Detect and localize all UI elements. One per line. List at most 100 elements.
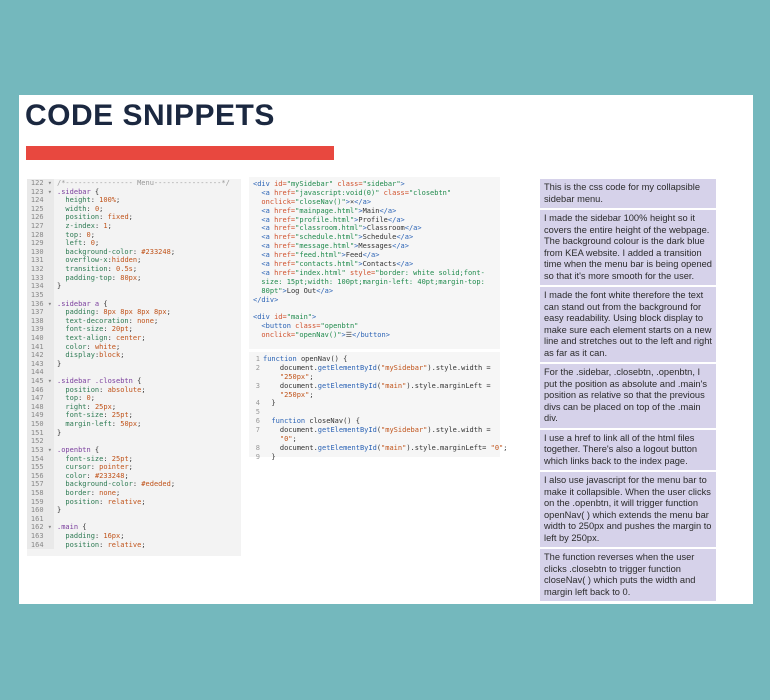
code-text: margin-left: 50px; [54,420,141,429]
code-text: font-size: 25pt; [54,455,132,464]
code-line: <a href="classroom.html">Classroom</a> [253,224,496,233]
code-line: 133 padding-top: 80px; [27,273,241,283]
code-token: ; [137,256,142,265]
code-text: function closeNav() { [263,417,360,426]
code-token: <a [253,206,275,215]
code-token: Classroom [366,224,405,233]
code-token: ; [141,497,146,506]
code-line: 152 [27,437,241,446]
code-token: 50px [120,420,138,429]
code-token: href= [274,233,296,242]
code-text: cursor: pointer; [54,463,132,472]
code-line: <a href="message.html">Messages</a> [253,242,496,251]
code-token: ; [90,394,95,403]
code-text: position: absolute; [54,386,145,395]
code-text: color: #233248; [54,471,128,481]
js-code-panel: 1 function openNav() {2 document.getEleme… [249,352,508,461]
code-line: 123 ▾ .sidebar { [27,187,241,197]
code-token: : [99,497,108,506]
code-line: 156 color: #233248; [27,471,241,481]
code-line: 8 document.getElementById("main").style.… [249,444,508,453]
code-token: : [103,325,112,334]
code-token: href= [274,188,296,197]
code-text: color: white; [54,343,120,352]
code-token: text-decoration [57,316,129,325]
code-token: : [78,394,87,403]
code-line: <button class="openbtn" [253,322,496,331]
code-token: onclick= [253,197,296,206]
line-number: 129 [27,239,54,248]
line-number: 5 [255,408,260,417]
code-text: overflow-x:hidden; [54,256,141,265]
code-line: <a href="javascript:void(0)" class="clos… [253,189,496,198]
code-token: none [137,316,154,325]
code-line: 139 font-size: 20pt; [27,325,241,334]
code-token: 20pt [111,325,129,334]
code-line: 143 } [27,359,241,369]
code-line: 159 position: relative; [27,497,241,507]
line-number: 134 [27,282,54,291]
code-line: 126 position: fixed; [27,213,241,223]
code-line: <a href="feed.html">Feed</a> [253,251,496,260]
code-token: size: 15pt;width: 100pt;margin-left: 40p… [253,277,485,286]
code-line: size: 15pt;width: 100pt;margin-left: 40p… [253,278,496,287]
code-token: > [400,180,405,188]
code-token: position [57,540,100,549]
line-number [249,391,263,400]
line-number: 162 ▾ [27,523,54,532]
code-token: ; [141,333,146,342]
code-token: color [57,471,87,480]
code-token: : [78,230,87,239]
note-box: I made the font white therefore the text… [540,287,716,362]
code-token: hidden [111,256,138,265]
code-token: ; [309,372,314,381]
code-line: 132 transition: 0.5s; [27,265,241,274]
code-text: .openbtn { [54,446,99,455]
code-token: margin-left [57,420,112,429]
code-token: ).style.width = [427,363,495,372]
code-token: </a> [354,197,372,206]
code-token: : [86,204,95,213]
code-line: 128 top: 0; [27,230,241,240]
code-token: } [263,399,276,408]
line-number: 157 [27,480,54,489]
code-text: document.getElementById("main").style.ma… [263,382,495,391]
line-number: 131 [27,256,54,266]
code-token: background-color [57,247,133,256]
code-line: 1 function openNav() { [249,355,500,364]
code-line: 134 } [27,282,241,291]
line-number: 9 [255,452,260,461]
code-token: "sidebar" [362,180,401,188]
code-token: ; [111,402,117,411]
code-token: <a [253,242,275,251]
code-token: "contacts.html" [295,260,359,269]
code-token: ; [170,247,176,256]
code-token: ; [120,531,125,540]
code-text: right: 25px; [54,403,116,412]
line-number: 6 [255,417,260,426]
line-number: 156 [27,471,54,481]
code-token: ; [292,435,297,444]
code-token: top [57,394,79,403]
code-token: .openbtn [57,445,91,454]
line-number: 137 [27,308,54,317]
code-line: 3 document.getElementById("main").style.… [249,382,500,391]
code-token: </div> [253,295,279,304]
code-line: 141 color: white; [27,342,241,352]
code-token: function [263,355,301,363]
line-number: 153 ▾ [27,445,54,455]
notes-column: This is the css code for my collapsible … [540,179,716,603]
line-number: 140 [27,333,54,343]
code-token: padding [57,308,95,317]
code-token: "closebtn" [408,188,452,197]
line-number: 158 [27,488,54,498]
code-token: display [57,351,95,360]
code-token: { [90,445,100,454]
code-line: 131 overflow-x:hidden; [27,256,241,266]
line-number: 163 [27,531,54,541]
code-line: 127 z-index: 1; [27,222,241,231]
code-text: function openNav() { [263,355,347,364]
code-token: ; [128,411,133,420]
